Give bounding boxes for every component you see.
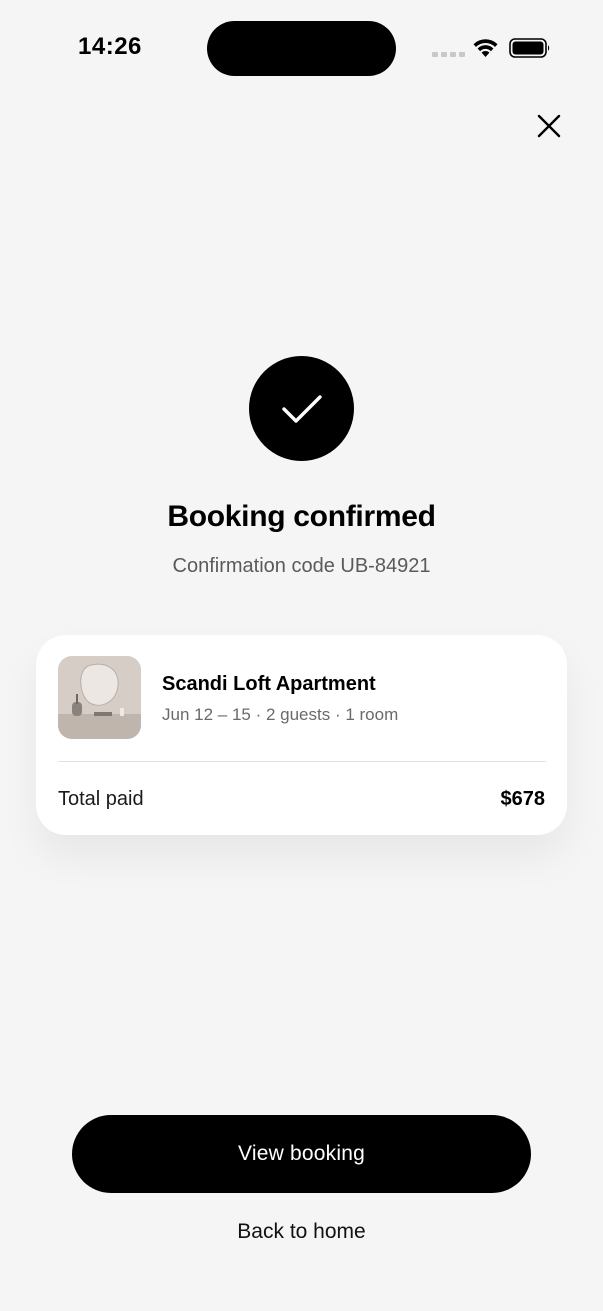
card-divider	[58, 761, 546, 762]
status-time: 14:26	[78, 33, 142, 60]
success-badge	[249, 356, 354, 461]
total-paid-amount: $678	[500, 788, 546, 810]
close-button[interactable]	[533, 110, 565, 142]
battery-icon	[509, 38, 550, 58]
confirmation-title: Booking confirmed	[167, 500, 436, 533]
property-thumbnail	[58, 656, 141, 739]
property-name: Scandi Loft Apartment	[162, 673, 376, 695]
total-paid-label: Total paid	[58, 788, 144, 810]
view-booking-button[interactable]: View booking	[72, 1115, 531, 1193]
back-to-home-link[interactable]: Back to home	[0, 1220, 603, 1244]
close-icon	[537, 114, 561, 138]
checkmark-icon	[281, 394, 322, 423]
cellular-signal-icon	[432, 52, 465, 57]
confirmation-code: Confirmation code UB-84921	[172, 555, 431, 577]
booking-details: Jun 12 – 15 · 2 guests · 1 room	[162, 705, 399, 724]
wifi-icon	[473, 39, 498, 57]
booking-confirmation-screen: 14:26 Booking confirmed Confirmation cod…	[0, 0, 603, 1311]
booking-summary-card[interactable]: Scandi Loft Apartment Jun 12 – 15 · 2 gu…	[36, 635, 567, 835]
dynamic-island	[207, 21, 396, 76]
